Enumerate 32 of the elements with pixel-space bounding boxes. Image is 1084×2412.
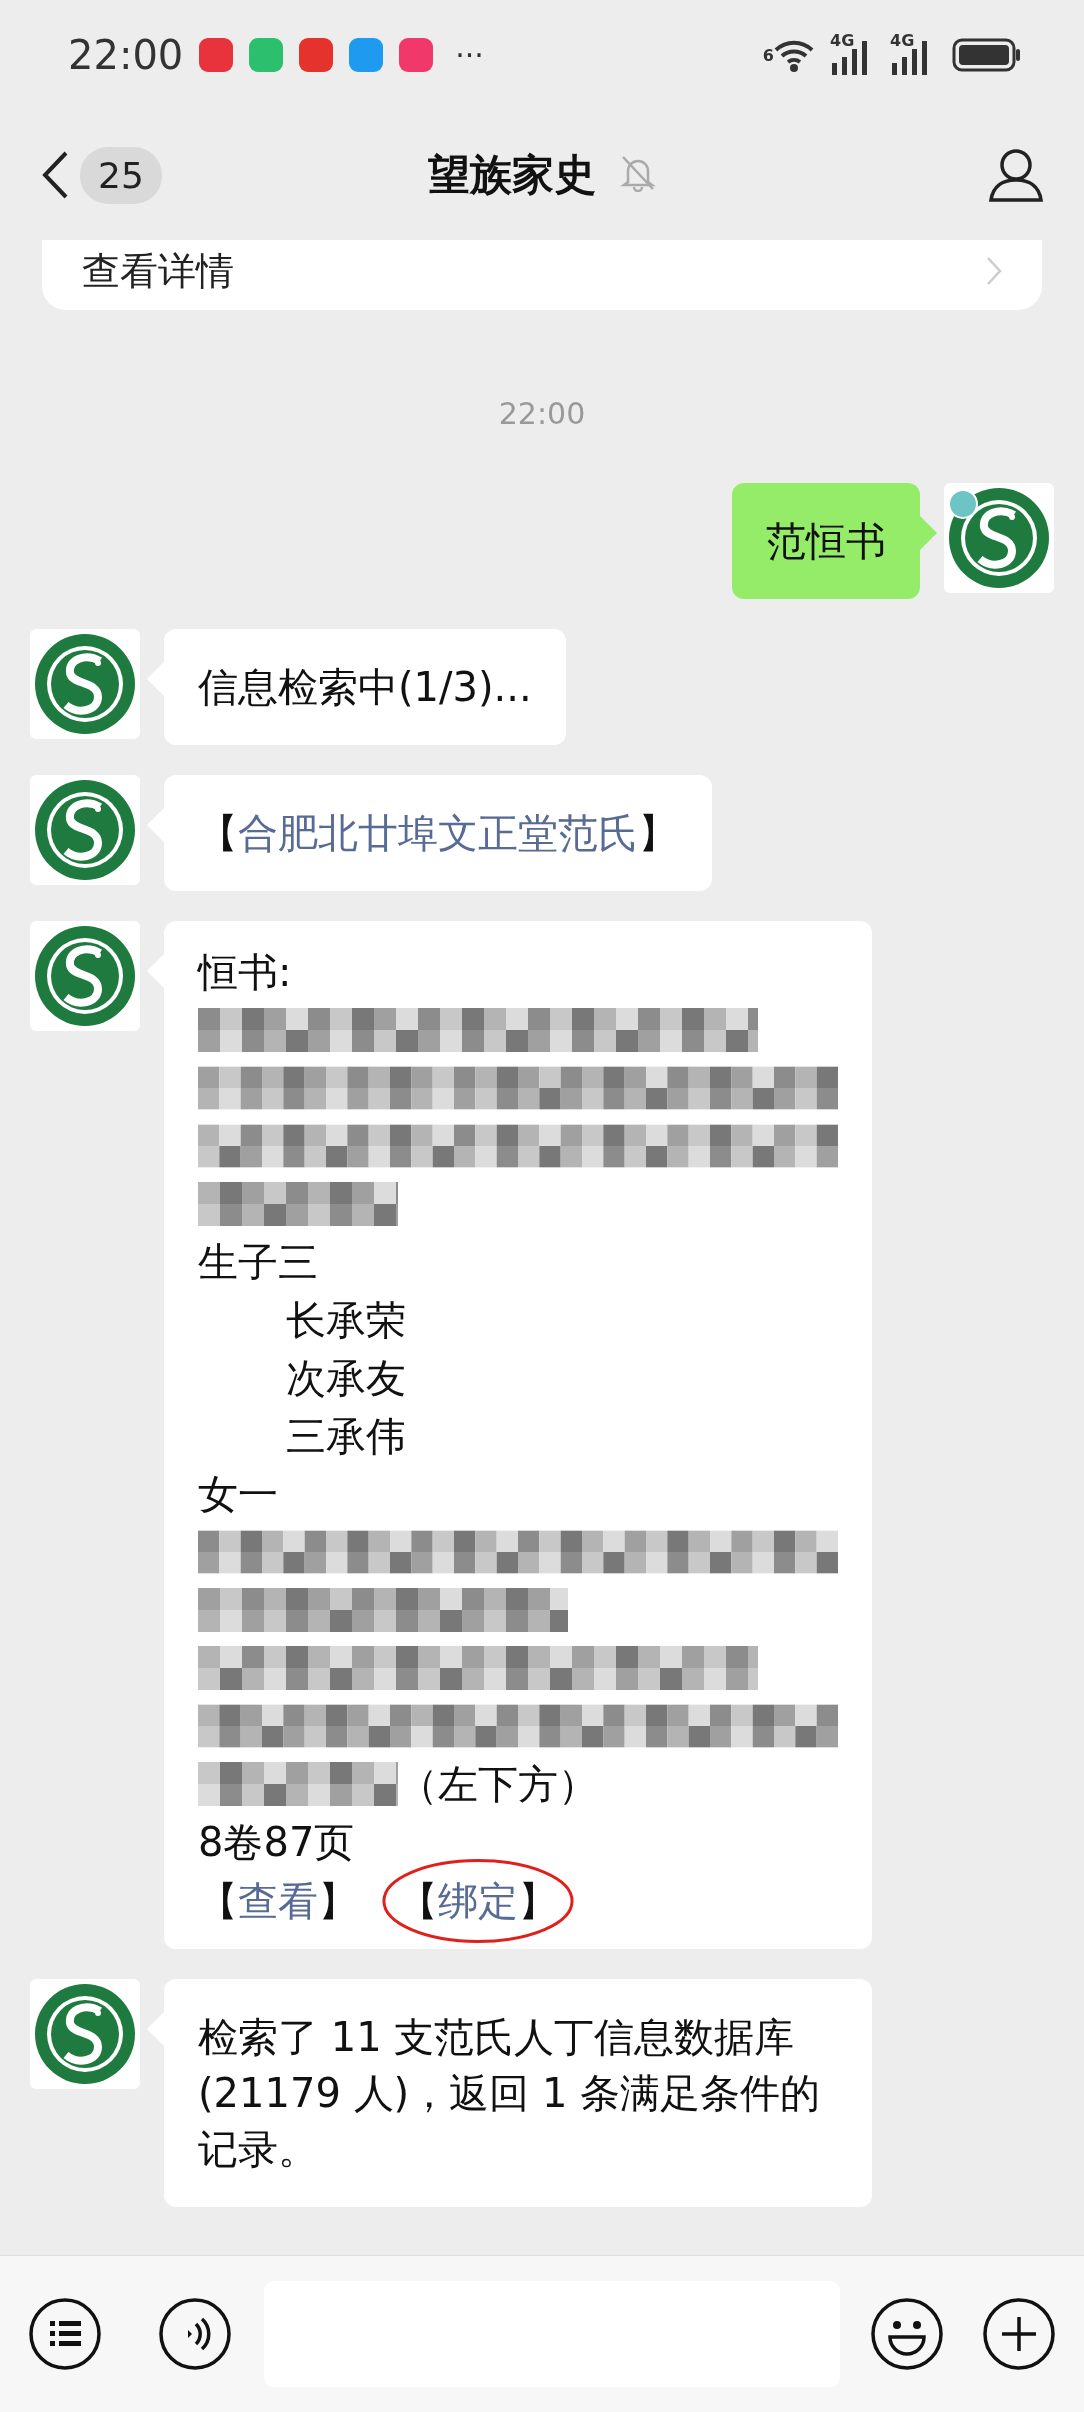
chat-title: 望族家史 [428, 149, 596, 201]
record-line: 8卷87页 [198, 1818, 355, 1867]
record-line: 次承友 [286, 1354, 406, 1403]
network-label: 4G [890, 31, 915, 50]
wifi-icon [774, 38, 814, 72]
message-text: 范恒书 [766, 517, 886, 566]
message-time: 22:00 [498, 396, 586, 431]
emoji-icon[interactable] [870, 2297, 944, 2371]
profile-icon[interactable] [988, 147, 1044, 203]
record-line: 长承荣 [286, 1296, 406, 1345]
add-icon[interactable] [982, 2297, 1056, 2371]
more-notifications: ··· [455, 37, 484, 73]
card-background[interactable]: 查看详情 [42, 240, 1042, 310]
menu-icon[interactable] [28, 2297, 102, 2371]
record-line: 三承伟 [286, 1412, 406, 1461]
status-time: 22:00 [68, 32, 184, 78]
message-link[interactable]: 【合肥北廿埠文正堂范氏】 [198, 805, 678, 861]
wifi-generation-label: 6 [762, 45, 774, 65]
message-text: 信息检索中(1/3)... [198, 663, 532, 712]
record-line: 恒书: [198, 948, 292, 997]
message-text: 检索了 11 支范氏人丁信息数据库 (21179 人)，返回 1 条满足条件的记录。 [198, 2013, 822, 2174]
battery-icon [952, 38, 1022, 72]
unread-count[interactable]: 25 [80, 146, 162, 204]
record-line: 生子三 [198, 1238, 318, 1287]
record-line: 女一 [198, 1470, 278, 1519]
back-icon[interactable] [40, 150, 70, 200]
voice-icon[interactable] [158, 2297, 232, 2371]
record-action-link[interactable]: 【查看】 [198, 1878, 358, 1924]
record-line: （左下方） [398, 1760, 598, 1809]
network-label: 4G [830, 31, 855, 50]
card-link-text: 查看详情 [82, 247, 234, 295]
chevron-icon [986, 256, 1002, 286]
